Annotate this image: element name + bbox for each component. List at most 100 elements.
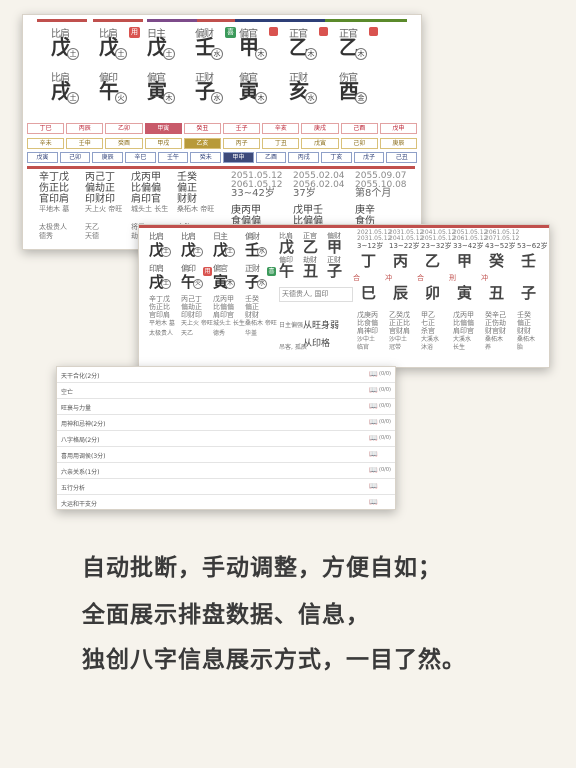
- list-item-count: (0/0): [379, 467, 391, 473]
- strip-item[interactable]: 丙戌: [288, 152, 320, 163]
- pillar-branch-cell[interactable]: 偏官寅木: [147, 69, 191, 111]
- luck-hidden: 戊甲壬: [293, 205, 323, 216]
- pillar-branch-cell[interactable]: 伤官酉金: [339, 69, 383, 111]
- right-stem: 甲: [327, 238, 343, 256]
- strip-item[interactable]: 戊申: [379, 123, 418, 134]
- list-item[interactable]: 大运和干支分 📖: [57, 495, 395, 509]
- decade-luck-strip[interactable]: 丁巳 丙辰 乙卯 甲寅 癸丑 壬子 辛亥 庚戌 己酉 戊申: [27, 123, 419, 134]
- strip-item[interactable]: 甲戌: [144, 138, 182, 149]
- list-item[interactable]: 用神和忌神(2分) 📖 (0/0): [57, 415, 395, 431]
- hidden-stems: 丙己丁: [85, 172, 115, 183]
- nayin-text: 城头土 长生: [213, 320, 245, 327]
- list-item[interactable]: 八字格局(2分) 📖 (0/0): [57, 431, 395, 447]
- branch-element-badge: 水: [305, 92, 317, 104]
- pillar-branch-cell[interactable]: 比肩戌土: [51, 69, 95, 111]
- strip-item[interactable]: 丙辰: [66, 123, 104, 134]
- strip-item[interactable]: 丙子: [223, 138, 261, 149]
- strip-item[interactable]: 丁丑: [262, 138, 300, 149]
- monthly-luck-strip[interactable]: 戊寅 己卯 庚辰 辛巳 壬午 癸未 甲申 乙酉 丙戌 丁亥 戊子 己丑: [27, 152, 419, 163]
- luck-stem: 乙: [425, 252, 441, 270]
- branch-element-badge: 土: [161, 279, 171, 289]
- luck-stem: 丁: [361, 252, 377, 270]
- luck-branch: 巳: [361, 284, 377, 302]
- branch-element-badge: 木: [163, 92, 175, 104]
- list-item-title: 天干合化(2分): [61, 373, 100, 380]
- list-item[interactable]: 六亲关系(1分) 📖 (0/0): [57, 463, 395, 479]
- pillar-branch-cell[interactable]: 偏印午火: [99, 69, 143, 111]
- strip-item[interactable]: 己卯: [59, 152, 91, 163]
- strip-item[interactable]: 壬申: [66, 138, 104, 149]
- stem-element-badge: 水: [211, 48, 223, 60]
- use-god-tag: 喜: [225, 27, 236, 38]
- stem-element-badge: 木: [255, 48, 267, 60]
- strip-item[interactable]: 壬午: [157, 152, 189, 163]
- strip-item[interactable]: 乙酉: [255, 152, 287, 163]
- stem-element-badge: 土: [67, 48, 79, 60]
- strip-item[interactable]: 辛亥: [262, 123, 300, 134]
- strip-item[interactable]: 辛未: [27, 138, 65, 149]
- use-god-tag: 喜: [267, 267, 276, 276]
- book-icon[interactable]: 📖: [369, 386, 378, 394]
- day-header-bar: [147, 19, 197, 22]
- hidden-gods: 伤正比: [39, 183, 69, 194]
- strip-item[interactable]: 甲申: [223, 152, 254, 163]
- book-icon[interactable]: 📖: [369, 498, 378, 506]
- strip-item[interactable]: 癸未: [190, 152, 222, 163]
- book-icon[interactable]: 📖: [369, 466, 378, 474]
- strip-item[interactable]: 己丑: [386, 152, 418, 163]
- book-icon[interactable]: 📖: [369, 370, 378, 378]
- list-item-title: 六亲关系(1分): [61, 469, 100, 476]
- book-icon[interactable]: 📖: [369, 482, 378, 490]
- strip-item[interactable]: 庚戌: [301, 123, 339, 134]
- strip-item[interactable]: 庚辰: [379, 138, 418, 149]
- pillar-branch-cell[interactable]: 正财亥水: [289, 69, 333, 111]
- pillar-cell[interactable]: 比肩戊土用: [99, 25, 143, 67]
- nayin-text: 桑柘木 帝旺: [245, 320, 277, 327]
- strip-item[interactable]: 戊寅: [27, 152, 58, 163]
- annual-luck-strip[interactable]: 辛未 壬申 癸酉 甲戌 乙亥 丙子 丁丑 戊寅 己卯 庚辰: [27, 138, 419, 149]
- strip-item[interactable]: 己酉: [340, 123, 378, 134]
- strip-item[interactable]: 丁亥: [321, 152, 352, 163]
- list-item[interactable]: 天干合化(2分) 📖 (0/0): [57, 367, 395, 383]
- luck-branch: 寅: [457, 284, 473, 302]
- book-icon[interactable]: 📖: [369, 434, 378, 442]
- nayin-text: 平地木 墓: [39, 205, 70, 213]
- luck-age: 37岁: [293, 188, 316, 199]
- list-item[interactable]: 旺衰与力量 📖 (0/0): [57, 399, 395, 415]
- caption-line-3: 独创八字信息展示方式，一目了然。: [82, 647, 466, 673]
- strip-item[interactable]: 己卯: [340, 138, 378, 149]
- month-header-bar: [93, 19, 143, 22]
- pillar-branch-cell[interactable]: 偏官寅木: [239, 69, 283, 111]
- list-item[interactable]: 空亡 📖 (0/0): [57, 383, 395, 399]
- list-item[interactable]: 五行分析 📖: [57, 479, 395, 495]
- strip-item[interactable]: 甲寅: [144, 123, 182, 134]
- book-icon[interactable]: 📖: [369, 418, 378, 426]
- strip-item[interactable]: 癸酉: [105, 138, 143, 149]
- stem-element-badge: 土: [161, 247, 171, 257]
- luck-stem: 丙: [393, 252, 409, 270]
- hidden-gods-2: 财财: [177, 194, 197, 205]
- pillar-branch-cell[interactable]: 正财子水: [195, 69, 239, 111]
- list-item[interactable]: 喜用用调侯(3分) 📖: [57, 447, 395, 463]
- age-range: 53~62岁: [517, 242, 548, 250]
- book-icon[interactable]: 📖: [369, 450, 378, 458]
- strip-item[interactable]: 乙亥: [183, 138, 222, 149]
- strip-item[interactable]: 乙卯: [105, 123, 143, 134]
- shensha-text: 德秀: [213, 330, 226, 337]
- shensha-text-2: 天德: [85, 232, 99, 240]
- strip-item[interactable]: 壬子: [223, 123, 261, 134]
- pillar-cell[interactable]: 比肩戊土: [51, 25, 95, 67]
- pillar-cell[interactable]: 日主戊土: [147, 25, 191, 67]
- strip-item[interactable]: 戊子: [353, 152, 385, 163]
- strip-item[interactable]: 癸丑: [183, 123, 222, 134]
- luck-stem: 癸: [489, 252, 505, 270]
- luck-stage: 养: [485, 344, 492, 351]
- strip-item[interactable]: 庚辰: [92, 152, 124, 163]
- strip-item[interactable]: 丁巳: [27, 123, 65, 134]
- book-icon[interactable]: 📖: [369, 402, 378, 410]
- strip-item[interactable]: 戊寅: [301, 138, 339, 149]
- list-item-count: (0/0): [379, 435, 391, 441]
- pillar-cell[interactable]: 偏财壬水喜: [195, 25, 239, 67]
- strip-item[interactable]: 辛巳: [125, 152, 156, 163]
- day-note: 日主偏强: [279, 322, 304, 329]
